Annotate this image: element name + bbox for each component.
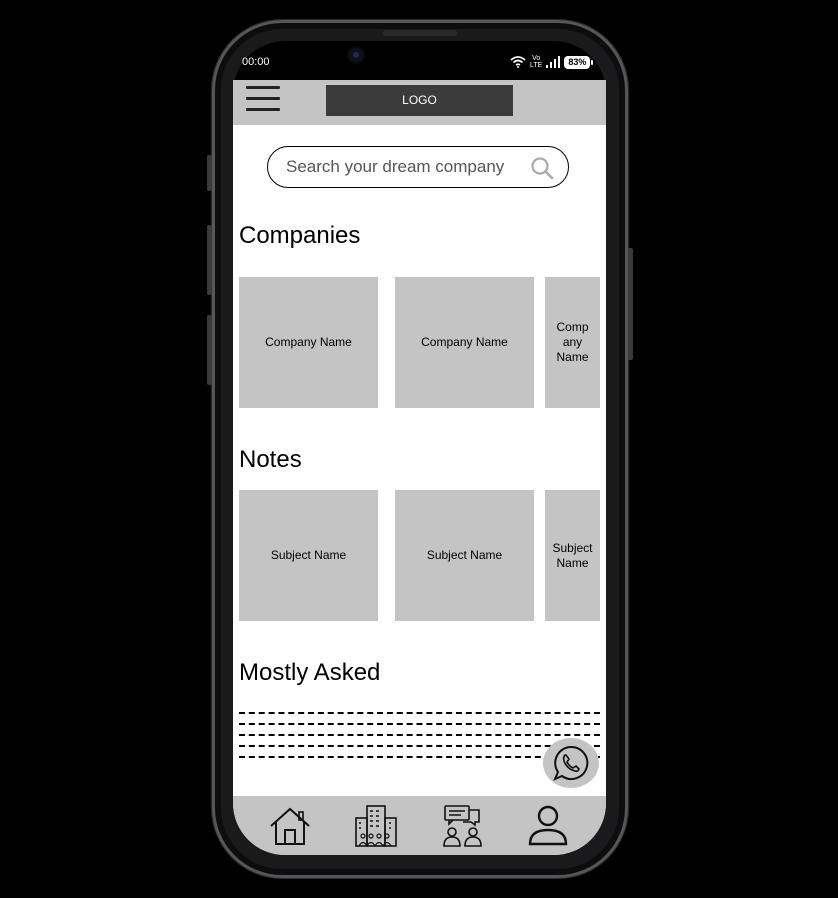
- home-icon: [270, 807, 310, 845]
- signal-icon: [546, 56, 561, 68]
- volume-down-button: [207, 315, 212, 385]
- hamburger-menu-icon[interactable]: [246, 86, 280, 112]
- nav-community[interactable]: [439, 804, 485, 848]
- app-screen: LOGO Companies Company Name Company Name…: [233, 80, 606, 855]
- battery-indicator: 83%: [564, 55, 594, 69]
- volume-up-button: [207, 225, 212, 295]
- volte-top-label: Vo: [532, 55, 541, 62]
- wifi-icon: [510, 56, 526, 68]
- question-placeholder-line[interactable]: [239, 745, 600, 747]
- logo[interactable]: LOGO: [326, 85, 513, 116]
- status-icons: Vo LTE 83%: [510, 53, 594, 71]
- power-button: [628, 248, 633, 360]
- community-chat-icon: [443, 805, 482, 847]
- company-card[interactable]: Company Name: [239, 277, 378, 408]
- subject-card-label: Subject Name: [270, 548, 347, 562]
- company-card-label: Comp any Name: [556, 320, 589, 364]
- nav-home[interactable]: [267, 804, 313, 848]
- earpiece-speaker: [383, 30, 457, 36]
- company-card[interactable]: Comp any Name: [545, 277, 600, 408]
- question-placeholder-line[interactable]: [239, 723, 600, 725]
- companies-title: Companies: [239, 222, 361, 249]
- whatsapp-button[interactable]: [543, 738, 599, 788]
- search-input[interactable]: [284, 156, 528, 178]
- bottom-nav: [233, 796, 606, 855]
- subject-card[interactable]: Subject Name: [239, 490, 378, 621]
- companies-building-icon: [355, 805, 397, 847]
- subject-card[interactable]: Subject Name: [545, 490, 600, 621]
- notes-title: Notes: [239, 446, 302, 473]
- front-camera: [349, 48, 363, 62]
- subject-card-label: Subject Name: [552, 540, 593, 570]
- subject-card-label: Subject Name: [426, 548, 503, 562]
- volte-bottom-label: LTE: [530, 62, 543, 69]
- top-bar: LOGO: [233, 80, 606, 125]
- whatsapp-icon: [553, 745, 589, 781]
- company-card-label: Company Name: [265, 335, 352, 349]
- search-bar[interactable]: [267, 146, 569, 188]
- nav-companies[interactable]: [353, 804, 399, 848]
- question-placeholder-line[interactable]: [239, 734, 600, 736]
- mute-switch: [207, 155, 212, 191]
- search-icon[interactable]: [530, 156, 554, 180]
- subject-card[interactable]: Subject Name: [395, 490, 534, 621]
- company-card[interactable]: Company Name: [395, 277, 534, 408]
- mostly-asked-title: Mostly Asked: [239, 659, 381, 686]
- status-time: 00:00: [242, 56, 270, 68]
- nav-profile[interactable]: [525, 804, 571, 848]
- company-card-label: Company Name: [421, 335, 508, 349]
- volte-indicator: Vo LTE: [530, 55, 542, 69]
- profile-icon: [528, 805, 568, 846]
- question-placeholder-line[interactable]: [239, 712, 600, 714]
